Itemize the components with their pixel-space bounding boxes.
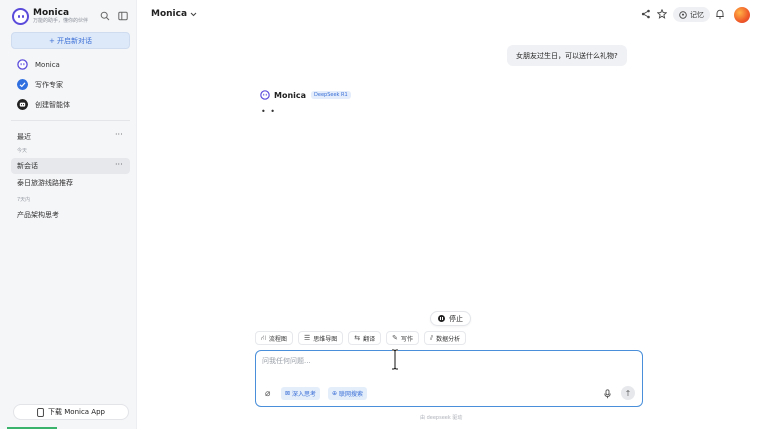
share-icon[interactable] xyxy=(641,9,651,19)
brand-name: Monica xyxy=(33,8,70,18)
group-label-today: 今天 xyxy=(17,148,28,154)
web-search-label: 联网搜索 xyxy=(339,391,364,398)
sidebar-toggle-icon[interactable] xyxy=(118,11,128,21)
flowchart-icon: ⛙ xyxy=(261,333,266,342)
conversation-item[interactable]: 新会话 ··· xyxy=(11,158,130,174)
model-badge: DeepSeek R1 xyxy=(311,91,351,99)
tool-label: 写作 xyxy=(401,335,414,343)
model-selector[interactable]: Monica xyxy=(151,9,197,19)
memory-button[interactable]: 记忆 xyxy=(673,7,710,22)
monica-bot-icon xyxy=(260,90,270,100)
text-cursor-icon xyxy=(392,349,398,370)
memory-pin-icon xyxy=(679,10,687,19)
arrow-up-icon: ↑ xyxy=(624,388,632,398)
group-label-7days: 7天内 xyxy=(17,197,31,203)
conversation-item[interactable]: 泰日旅游线路推荐 xyxy=(11,175,130,191)
sidebar-divider xyxy=(11,120,130,121)
tool-translate[interactable]: ⇆ 翻译 xyxy=(348,331,382,345)
recent-more-icon[interactable]: ··· xyxy=(115,130,123,139)
translate-icon: ⇆ xyxy=(354,334,361,342)
conversation-title: 产品架构思考 xyxy=(17,211,59,219)
tool-write[interactable]: ✎ 写作 xyxy=(386,331,420,345)
bot-message-header: Monica DeepSeek R1 xyxy=(260,90,351,100)
model-name: Monica xyxy=(151,9,188,19)
sidebar-item-label: 创建智能体 xyxy=(35,100,70,109)
download-app-label: 下载 Monica App xyxy=(48,408,105,416)
sidebar-item-create-agent[interactable]: 创建智能体 xyxy=(17,99,70,110)
sidebar-item-monica[interactable]: Monica xyxy=(17,59,60,70)
attachment-icon[interactable]: ⌀ xyxy=(265,389,270,399)
conversation-title: 泰日旅游线路推荐 xyxy=(17,179,73,187)
memory-label: 记忆 xyxy=(690,10,704,19)
download-app-button[interactable]: 下载 Monica App xyxy=(13,404,129,420)
tool-label: 翻译 xyxy=(363,335,376,343)
search-icon[interactable] xyxy=(100,11,110,21)
user-message-text: 女朋友过生日，可以送什么礼物? xyxy=(516,51,618,60)
star-icon[interactable] xyxy=(657,9,667,19)
progress-indicator xyxy=(7,427,57,429)
chevron-down-icon xyxy=(190,12,197,16)
tool-mindmap[interactable]: ☰ 思维导图 xyxy=(297,331,344,345)
bot-name: Monica xyxy=(274,90,307,100)
tool-label: 流程图 xyxy=(268,335,287,343)
message-input[interactable] xyxy=(262,357,632,365)
conversation-more-icon[interactable]: ··· xyxy=(115,160,123,169)
bell-icon[interactable] xyxy=(715,9,725,19)
mindmap-icon: ☰ xyxy=(303,334,311,342)
sidebar: Monica 万能的助手，懂你的伙伴 + 开启新对话 Monica 写作专家 创… xyxy=(0,0,137,429)
tool-label: 数据分析 xyxy=(436,335,461,343)
sidebar-item-label: Monica xyxy=(35,60,60,69)
send-button[interactable]: ↑ xyxy=(621,386,635,400)
pen-check-icon xyxy=(17,79,28,90)
monica-icon xyxy=(17,59,28,70)
recent-title: 最近 xyxy=(17,133,31,141)
tool-flowchart[interactable]: ⛙ 流程图 xyxy=(255,331,293,345)
tool-bar: ⛙ 流程图 ☰ 思维导图 ⇆ 翻译 ✎ 写作 ⫽ 数据分析 xyxy=(255,331,471,345)
new-chat-button[interactable]: + 开启新对话 xyxy=(11,32,130,49)
microphone-icon[interactable] xyxy=(604,389,611,399)
deep-think-toggle[interactable]: ⊠ 深入思考 xyxy=(281,387,321,400)
stop-button[interactable]: 停止 xyxy=(430,311,471,326)
robot-icon xyxy=(17,99,28,110)
web-search-toggle[interactable]: ⊕ 联网搜索 xyxy=(328,387,368,400)
brand-slogan: 万能的助手，懂你的伙伴 xyxy=(33,18,89,24)
composer: ⌀ ⊠ 深入思考 ⊕ 联网搜索 ↑ xyxy=(255,350,643,407)
phone-icon xyxy=(37,407,44,417)
chart-icon: ⫽ xyxy=(430,333,434,342)
brand[interactable]: Monica 万能的助手，懂你的伙伴 xyxy=(12,8,88,25)
deep-think-label: 深入思考 xyxy=(292,391,317,398)
user-message-bubble: 女朋友过生日，可以送什么礼物? xyxy=(507,45,627,66)
write-icon: ✎ xyxy=(392,334,398,342)
monica-logo-icon xyxy=(12,8,29,25)
deep-think-icon: ⊠ xyxy=(285,390,291,397)
tool-data-analysis[interactable]: ⫽ 数据分析 xyxy=(424,331,467,345)
stop-icon xyxy=(438,315,445,322)
typing-indicator: • • xyxy=(261,107,276,116)
tool-label: 思维导图 xyxy=(313,335,338,343)
powered-by-note: 由 deepseek 驱动 xyxy=(420,415,463,421)
conversation-item[interactable]: 产品架构思考 xyxy=(11,207,130,223)
globe-icon: ⊕ xyxy=(332,390,338,397)
conversation-title: 新会话 xyxy=(17,162,38,170)
sidebar-item-label: 写作专家 xyxy=(35,80,63,89)
stop-label: 停止 xyxy=(449,314,463,323)
sidebar-item-writing-expert[interactable]: 写作专家 xyxy=(17,79,63,90)
user-avatar[interactable] xyxy=(734,7,750,23)
